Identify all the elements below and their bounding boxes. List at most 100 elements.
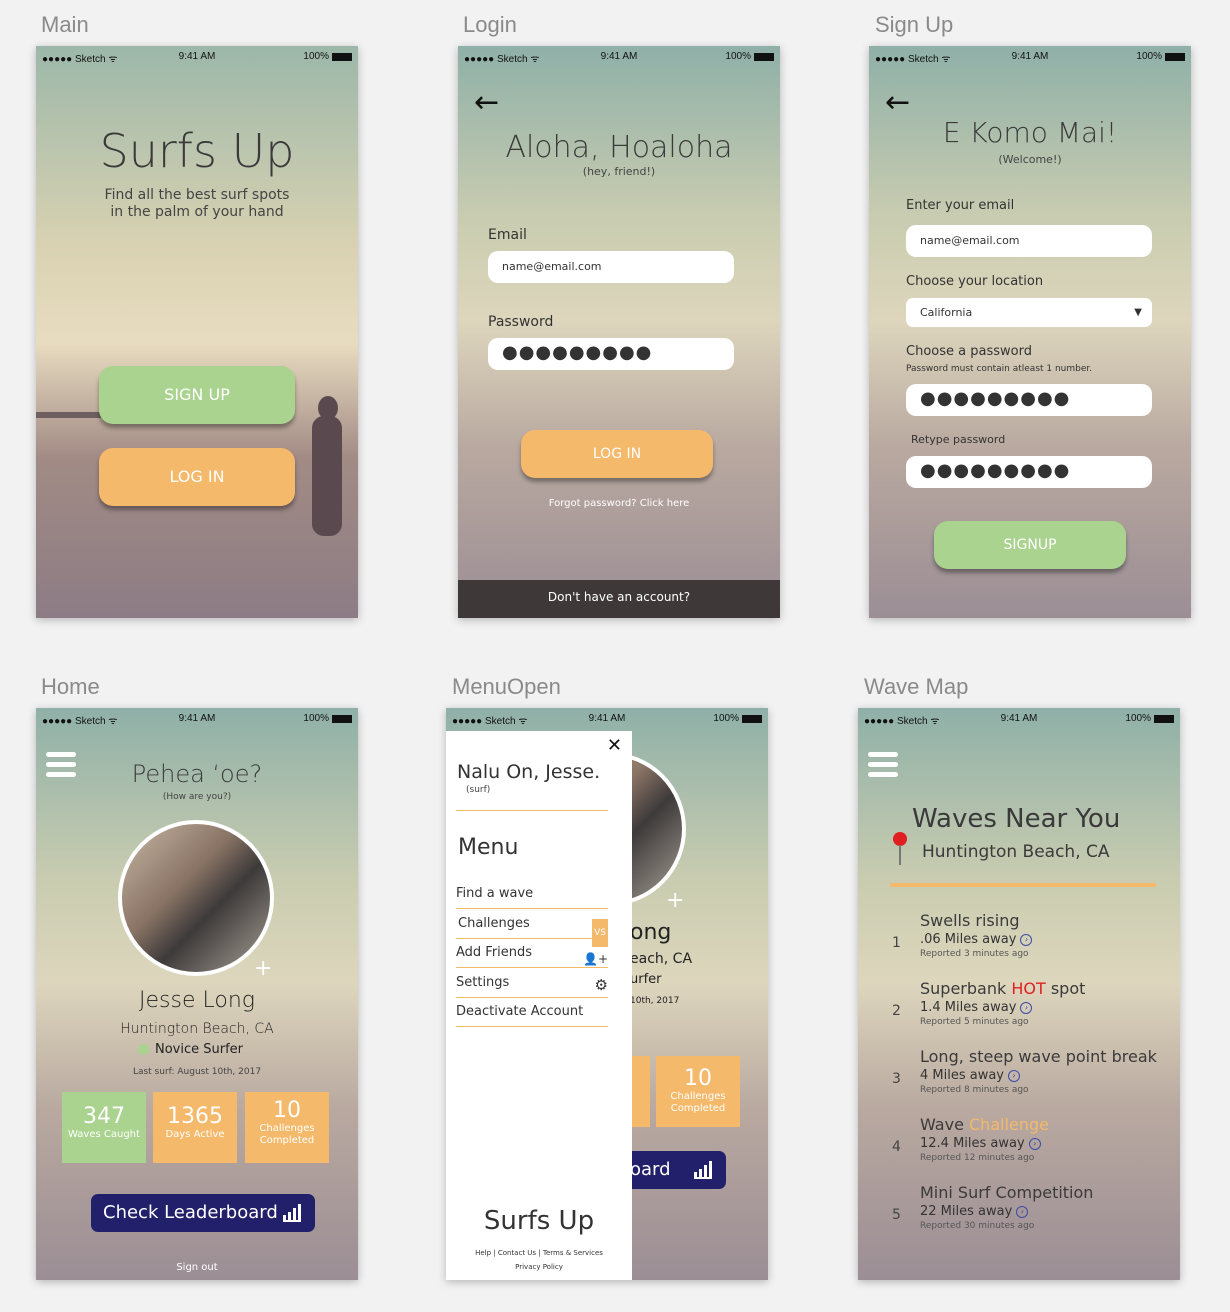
level-label: Novice Surfer <box>155 1042 244 1057</box>
status-bar: ●●●●● Sketch ᯤ 9:41 AM 100% <box>869 46 1191 66</box>
greeting-subtitle: (How are you?) <box>162 792 232 802</box>
wave-distance: 12.4 Miles away › <box>920 1136 1041 1151</box>
divider <box>890 883 1156 887</box>
retype-password-field[interactable]: ●●●●●●●●● <box>906 456 1152 488</box>
password-field[interactable]: ●●●●●●●●● <box>488 338 734 370</box>
greeting-title: Pehea ʻoe? <box>131 760 263 788</box>
menu-item-find-wave[interactable]: Find a wave <box>456 881 608 909</box>
wave-title-pre: Superbank <box>920 979 1012 998</box>
chevron-right-icon[interactable]: › <box>1016 1205 1029 1218</box>
back-arrow-icon[interactable]: ← <box>885 88 910 118</box>
divider <box>456 810 608 811</box>
gear-icon: ⚙ <box>594 976 608 994</box>
status-bar: ●●●●● Sketch ᯤ 9:41 AM 100% <box>858 708 1180 728</box>
stat-days: 1365 Days Active <box>153 1092 237 1163</box>
leaderboard-button[interactable]: Check Leaderboard <box>91 1194 315 1232</box>
app-title: Surfs Up <box>99 124 295 178</box>
app-tagline: Find all the best surf spots in the palm… <box>104 187 290 220</box>
screen-main: ●●●●● Sketch ᯤ 9:41 AM 100% Surfs Up Fin… <box>36 46 358 618</box>
leaderboard-button: oard <box>616 1151 726 1189</box>
close-icon[interactable]: ✕ <box>607 735 622 756</box>
menu-item-label: Settings <box>456 975 510 990</box>
wave-reported: Reported 30 minutes ago <box>920 1221 1035 1231</box>
menu-item-settings[interactable]: Settings ⚙ <box>456 970 608 998</box>
battery-indicator: 100% <box>1125 713 1174 724</box>
menu-item-label: Find a wave <box>456 886 534 901</box>
menu-item-deactivate[interactable]: Deactivate Account <box>456 999 608 1027</box>
stat-value: 10 <box>684 1066 712 1091</box>
privacy-policy-link[interactable]: Privacy Policy <box>446 1263 632 1271</box>
back-arrow-icon[interactable]: ← <box>474 88 499 118</box>
menu-hamburger-icon[interactable] <box>868 752 898 782</box>
screen-login: ●●●●● Sketch ᯤ 9:41 AM 100% ← Aloha, Hoa… <box>458 46 780 618</box>
stat-challenges: 10 Challenges Completed <box>245 1092 329 1163</box>
wave-distance-text: 22 Miles away <box>920 1204 1013 1219</box>
greeting-subtitle: (Welcome!) <box>998 153 1062 166</box>
stat-value: 347 <box>83 1104 125 1129</box>
menu-item-add-friends[interactable]: Add Friends 👤+ <box>456 940 608 968</box>
wave-distance: .06 Miles away › <box>920 932 1033 947</box>
add-photo-icon[interactable]: + <box>254 956 272 981</box>
location-label: Choose your location <box>906 274 1044 289</box>
pier-silhouette <box>36 412 106 418</box>
avatar[interactable] <box>118 820 274 976</box>
wave-title-highlight: Challenge <box>969 1115 1049 1134</box>
menu-item-label: Add Friends <box>456 945 533 960</box>
retype-password-label: Retype password <box>911 433 1006 446</box>
add-friend-icon: 👤+ <box>583 952 608 966</box>
battery-indicator: 100% <box>1136 51 1185 62</box>
artboard-label-login: Login <box>463 12 517 37</box>
battery-icon <box>332 714 352 723</box>
menu-item-label: Deactivate Account <box>456 1004 584 1019</box>
menu-footer-links[interactable]: Help | Contact Us | Terms & Services <box>446 1249 632 1257</box>
wave-reported: Reported 3 minutes ago <box>920 949 1029 959</box>
artboard-label-main: Main <box>41 12 89 37</box>
battery-indicator: 100% <box>713 713 762 724</box>
wave-distance: 4 Miles away › <box>920 1068 1021 1083</box>
status-bar: ●●●●● Sketch ᯤ 9:41 AM 100% <box>446 708 768 728</box>
artboard-label-map: Wave Map <box>864 674 969 699</box>
wave-title: Wave Challenge <box>920 1115 1049 1134</box>
email-field[interactable]: name@email.com <box>906 225 1152 257</box>
wave-rank: 1 <box>892 935 901 951</box>
login-button[interactable]: LOG IN <box>521 430 713 478</box>
password-field[interactable]: ●●●●●●●●● <box>906 384 1152 416</box>
signup-button[interactable]: SIGN UP <box>99 366 295 424</box>
wave-title: Mini Surf Competition <box>920 1183 1094 1202</box>
stat-label: Challenges Completed <box>670 1091 726 1114</box>
level-dot-icon <box>138 1044 149 1055</box>
location-pin-icon <box>893 832 907 846</box>
stats-row: 347 Waves Caught 1365 Days Active 10 Challe… <box>62 1092 332 1163</box>
sign-out-link[interactable]: Sign out <box>36 1262 358 1273</box>
wave-reported: Reported 5 minutes ago <box>920 1017 1029 1027</box>
wave-rank: 3 <box>892 1071 901 1087</box>
menu-brand: Surfs Up <box>483 1206 595 1236</box>
artboard-label-signup: Sign Up <box>875 12 954 37</box>
no-account-link[interactable]: Don't have an account? <box>548 590 690 604</box>
status-bar: ●●●●● Sketch ᯤ 9:41 AM 100% <box>36 46 358 66</box>
wave-title-highlight: HOT <box>1011 979 1046 998</box>
forgot-password-link[interactable]: Forgot password? Click here <box>458 498 780 509</box>
screen-signup: ●●●●● Sketch ᯤ 9:41 AM 100% ← E Komo Mai… <box>869 46 1191 618</box>
screen-menu: ●●●●● Sketch ᯤ 9:41 AM 100% + ong each, … <box>446 708 768 1280</box>
login-button[interactable]: LOG IN <box>99 448 295 506</box>
battery-percent: 100% <box>725 51 751 62</box>
greeting-title: Aloha, Hoaloha <box>505 130 733 165</box>
profile-location: Huntington Beach, CA <box>120 1021 274 1037</box>
screen-home: ●●●●● Sketch ᯤ 9:41 AM 100% Pehea ʻoe? (… <box>36 708 358 1280</box>
signup-footer-bar[interactable]: Don't have an account? <box>458 580 780 618</box>
wave-title-post: spot <box>1045 979 1086 998</box>
leaderboard-chart-icon <box>283 1204 301 1222</box>
last-surf-date: 10th, 2017 <box>630 996 680 1006</box>
menu-item-challenges[interactable]: Challenges VS <box>456 911 608 947</box>
greeting-title: E Komo Mai! <box>942 116 1118 149</box>
chevron-right-icon[interactable]: › <box>1020 1001 1033 1014</box>
chevron-right-icon[interactable]: › <box>1028 1137 1041 1150</box>
wave-distance: 1.4 Miles away › <box>920 1000 1033 1015</box>
chevron-right-icon[interactable]: › <box>1020 933 1033 946</box>
signup-button[interactable]: SIGNUP <box>934 521 1126 569</box>
chevron-right-icon[interactable]: › <box>1008 1069 1021 1082</box>
stat-challenges: 10 Challenges Completed <box>656 1056 740 1127</box>
location-select[interactable]: California ▼ <box>906 298 1152 327</box>
email-field[interactable]: name@email.com <box>488 251 734 283</box>
